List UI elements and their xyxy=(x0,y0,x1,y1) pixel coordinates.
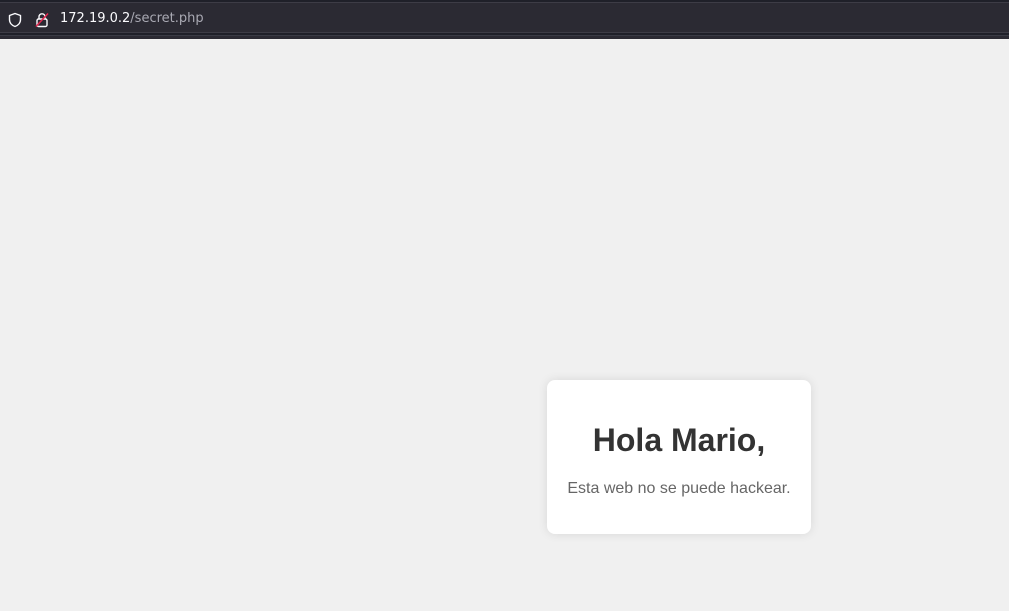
greeting-message: Esta web no se puede hackear. xyxy=(567,480,791,497)
url-host: 172.19.0.2 xyxy=(60,11,131,26)
shield-icon[interactable] xyxy=(7,12,23,28)
greeting-card: Hola Mario, Esta web no se puede hackear… xyxy=(547,380,811,534)
browser-toolbar: 172.19.0.2/secret.php xyxy=(0,0,1009,36)
url-path: /secret.php xyxy=(130,11,204,26)
address-bar[interactable]: 172.19.0.2/secret.php xyxy=(0,2,1009,33)
greeting-heading: Hola Mario, xyxy=(592,422,766,458)
insecure-lock-icon[interactable] xyxy=(34,12,50,28)
page-content: Hola Mario, Esta web no se puede hackear… xyxy=(0,39,1009,611)
url-text[interactable]: 172.19.0.2/secret.php xyxy=(60,10,204,28)
